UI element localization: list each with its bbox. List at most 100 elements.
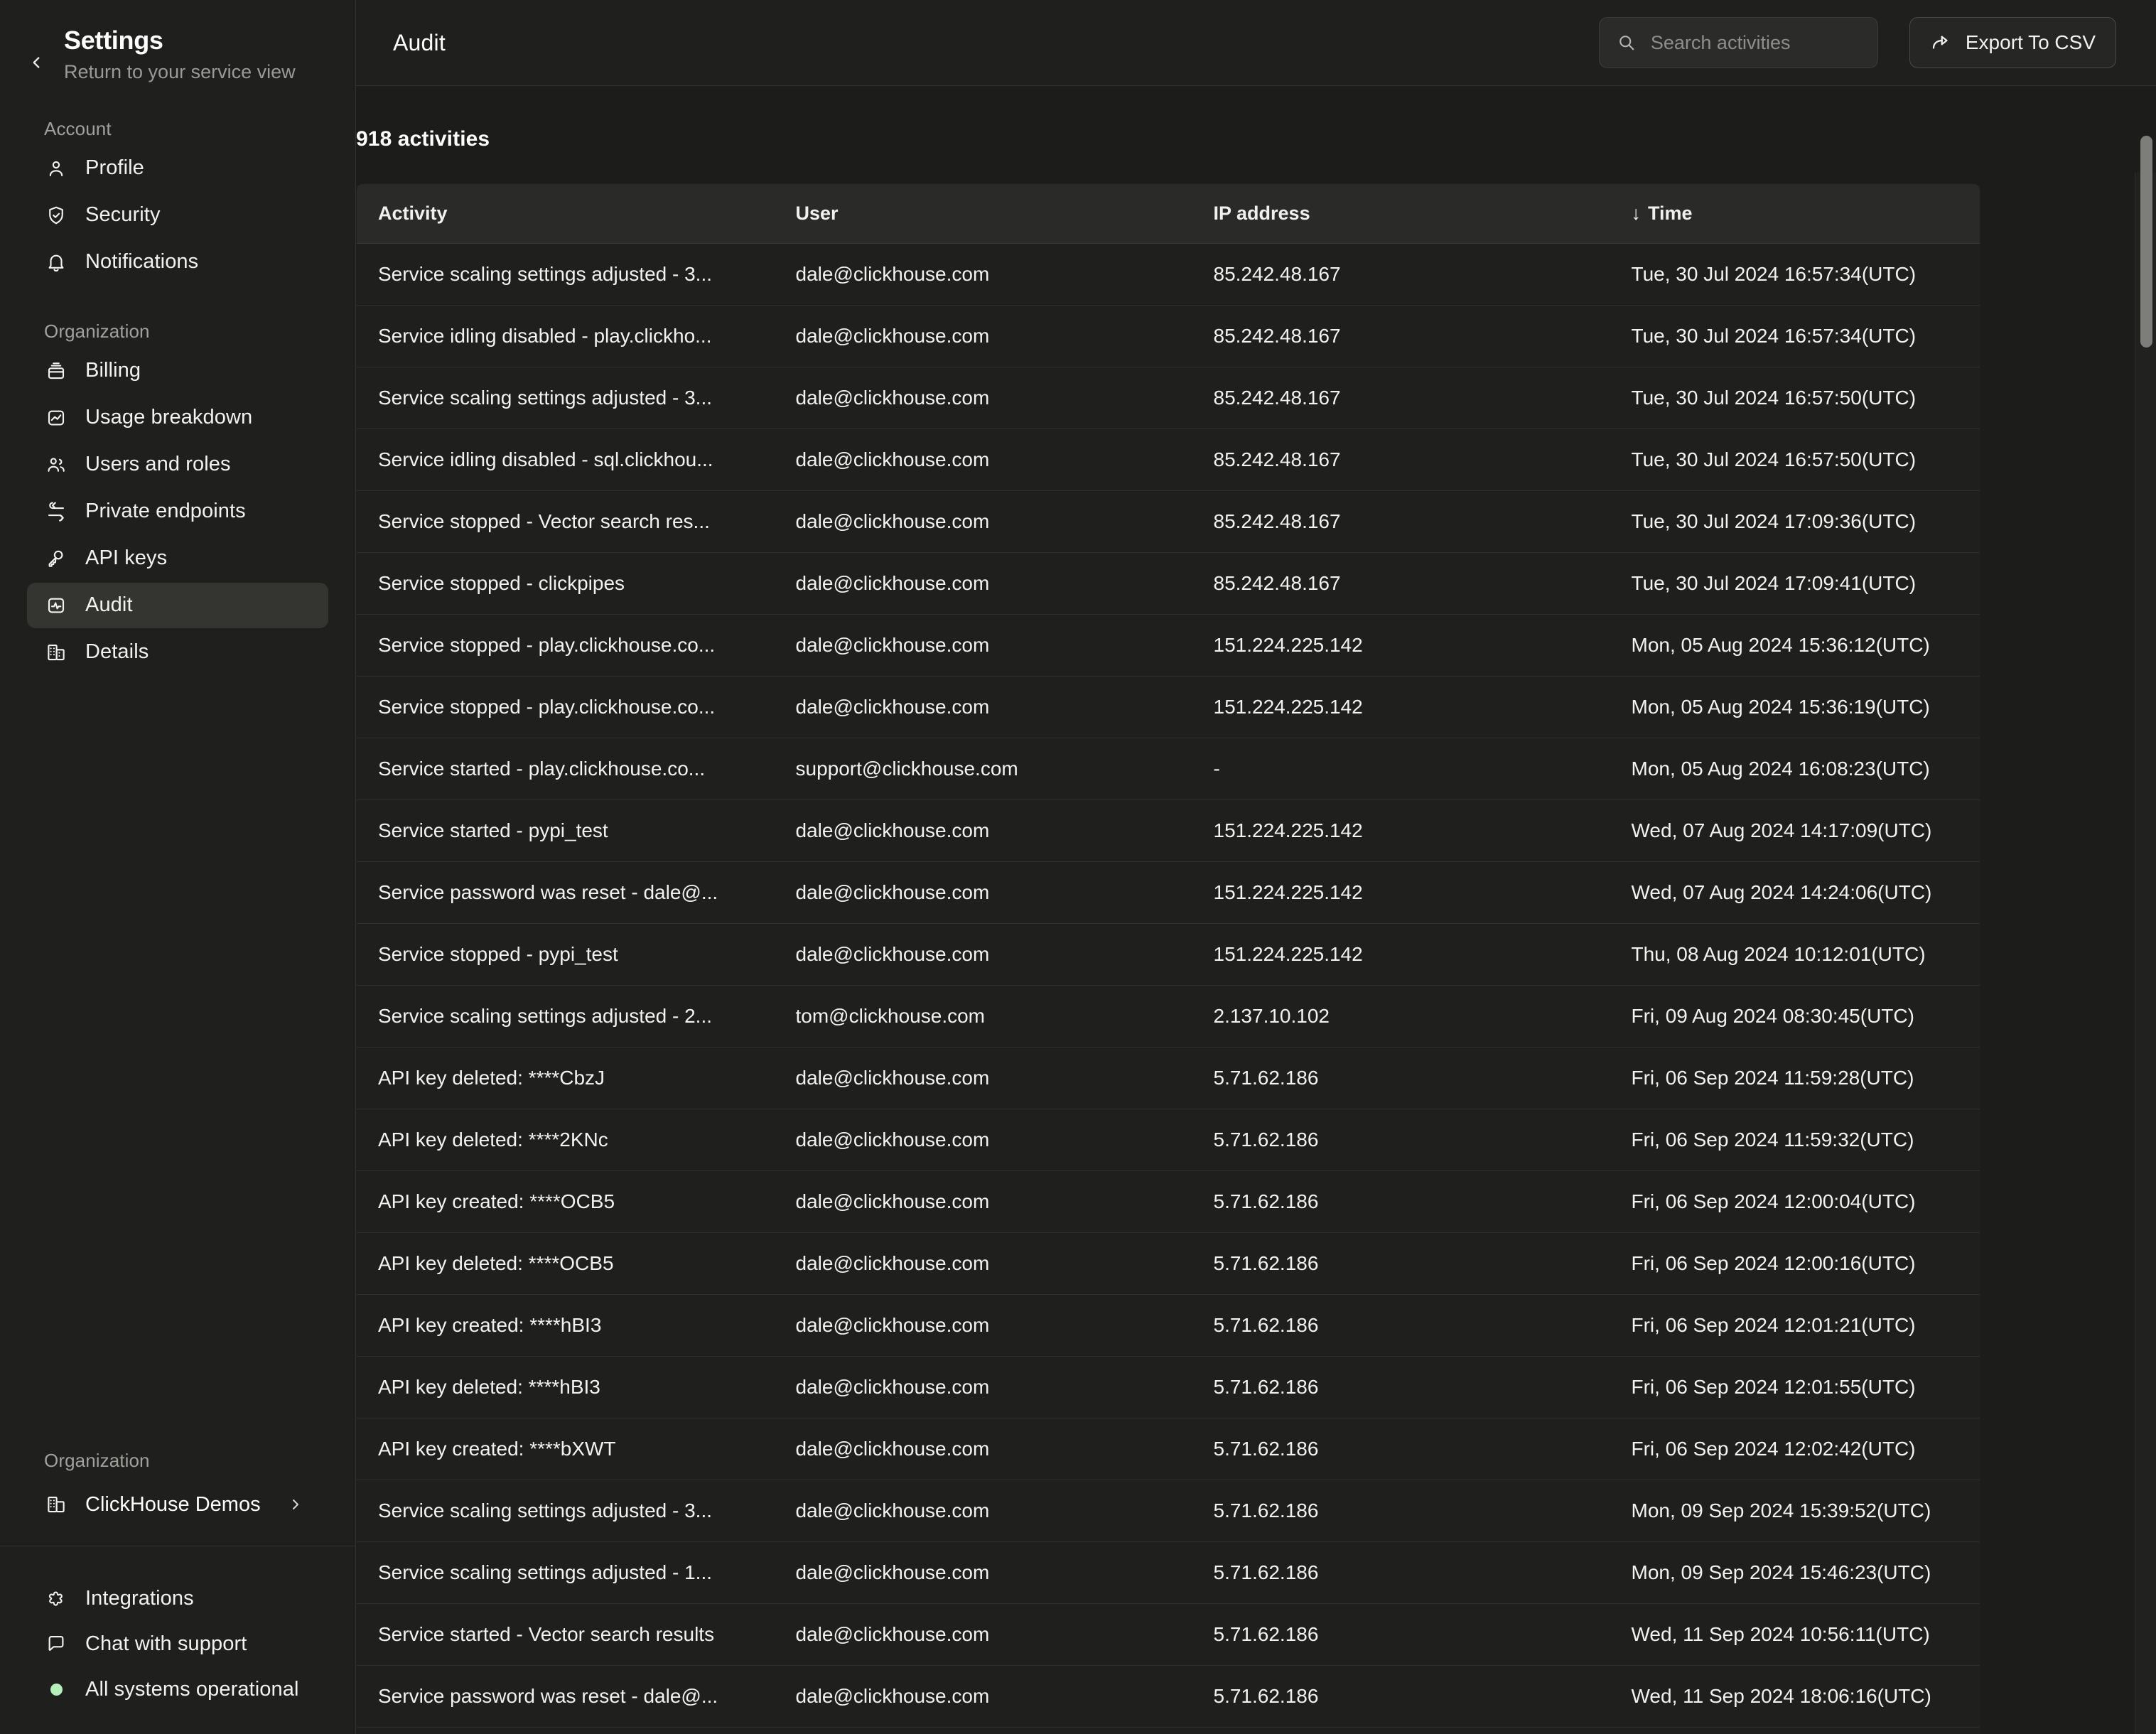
table-row[interactable]: Service scaling settings adjusted - 2...… [357,986,1980,1048]
sidebar-item-label: Notifications [85,250,198,274]
column-header-user[interactable]: User [775,184,1192,244]
cell-activity: Service started - Vector search results [357,1604,775,1666]
cell-ip-address: 85.242.48.167 [1192,306,1610,367]
building-icon [44,1492,68,1517]
cell-user: dale@clickhouse.com [775,615,1192,677]
top-bar-actions: Search activities Export To CSV [1599,17,2129,68]
sidebar-item-billing[interactable]: Billing [27,348,328,394]
cell-activity: Service started - pypi_test [357,800,775,862]
cell-time: Mon, 05 Aug 2024 15:36:19(UTC) [1610,677,1980,738]
settings-sidebar: Settings Return to your service view Acc… [0,0,356,1734]
table-row[interactable]: API key created: ****bXWTdale@clickhouse… [357,1418,1980,1480]
sidebar-item-profile[interactable]: Profile [27,146,328,191]
table-row[interactable]: API key deleted: ****CbzJdale@clickhouse… [357,1048,1980,1109]
sidebar-item-label: API keys [85,546,167,570]
table-row[interactable]: API key deleted: ****hBI3dale@clickhouse… [357,1357,1980,1418]
cell-activity: Service stopped - pypi_test [357,924,775,986]
table-row[interactable]: Service stopped - play.clickhouse.co...d… [357,615,1980,677]
sidebar-item-users-and-roles[interactable]: Users and roles [27,442,328,488]
cell-ip-address: 85.242.48.167 [1192,367,1610,429]
cell-activity: Service password was reset - dale@... [357,1666,775,1728]
sidebar-item-usage-breakdown[interactable]: Usage breakdown [27,395,328,441]
vertical-scrollbar[interactable] [2135,173,2156,1734]
table-row[interactable]: Service scaling settings adjusted - 3...… [357,1480,1980,1542]
cell-time: Tue, 30 Jul 2024 16:57:50(UTC) [1610,367,1980,429]
sidebar-item-integrations[interactable]: Integrations [27,1576,328,1620]
cell-ip-address: 151.224.225.142 [1192,924,1610,986]
cell-user: dale@clickhouse.com [775,677,1192,738]
table-row[interactable]: Service stopped - observability-demodale… [357,1728,1980,1734]
org-footer-label: Organization [0,1450,355,1482]
table-row[interactable]: Service started - play.clickhouse.co...s… [357,738,1980,800]
cell-user: dale@clickhouse.com [775,1295,1192,1357]
table-row[interactable]: Service scaling settings adjusted - 3...… [357,244,1980,306]
sidebar-item-security[interactable]: Security [27,193,328,238]
table-row[interactable]: API key deleted: ****OCB5dale@clickhouse… [357,1233,1980,1295]
table-row[interactable]: API key created: ****OCB5dale@clickhouse… [357,1171,1980,1233]
cell-activity: Service password was reset - dale@... [357,862,775,924]
column-header-time[interactable]: ↓ Time [1610,184,1980,244]
cell-time: Fri, 06 Sep 2024 11:59:28(UTC) [1610,1048,1980,1109]
sidebar-item-label: Details [85,640,149,664]
cell-user: dale@clickhouse.com [775,862,1192,924]
sidebar-item-label: Usage breakdown [85,406,252,429]
cell-activity: Service started - play.clickhouse.co... [357,738,775,800]
table-row[interactable]: Service password was reset - dale@...dal… [357,1666,1980,1728]
account-nav: Profile Security Notifications [0,146,355,286]
sidebar-item-label: Security [85,203,161,227]
users-icon [44,453,68,477]
sidebar-item-label: Billing [85,359,141,382]
cell-activity: API key created: ****OCB5 [357,1171,775,1233]
org-switcher[interactable]: ClickHouse Demos [27,1482,328,1527]
sidebar-item-details[interactable]: Details [27,630,328,675]
table-row[interactable]: Service password was reset - dale@...dal… [357,862,1980,924]
table-row[interactable]: Service idling disabled - sql.clickhou..… [357,429,1980,491]
cell-user: dale@clickhouse.com [775,1233,1192,1295]
column-header-time-label: Time [1648,203,1693,224]
cell-time: Mon, 05 Aug 2024 16:08:23(UTC) [1610,738,1980,800]
cell-time: Fri, 06 Sep 2024 12:02:42(UTC) [1610,1418,1980,1480]
chevron-right-icon [287,1496,311,1513]
table-row[interactable]: API key deleted: ****2KNcdale@clickhouse… [357,1109,1980,1171]
table-row[interactable]: Service idling disabled - play.clickho..… [357,306,1980,367]
back-chevron-icon[interactable] [24,38,48,72]
sidebar-item-system-status[interactable]: All systems operational [27,1667,328,1711]
search-input[interactable]: Search activities [1599,17,1878,68]
cell-activity: Service stopped - play.clickhouse.co... [357,677,775,738]
sidebar-item-private-endpoints[interactable]: Private endpoints [27,489,328,534]
cell-activity: API key created: ****bXWT [357,1418,775,1480]
scrollbar-thumb[interactable] [2140,136,2152,348]
cell-user: dale@clickhouse.com [775,924,1192,986]
cell-activity: API key deleted: ****hBI3 [357,1357,775,1418]
settings-title: Settings [64,26,296,55]
audit-icon [44,593,68,618]
cell-user: dale@clickhouse.com [775,491,1192,553]
cell-user: dale@clickhouse.com [775,1357,1192,1418]
return-to-service-link[interactable]: Return to your service view [64,60,296,83]
table-row[interactable]: Service started - Vector search resultsd… [357,1604,1980,1666]
table-row[interactable]: Service scaling settings adjusted - 3...… [357,367,1980,429]
sidebar-item-chat-with-support[interactable]: Chat with support [27,1622,328,1666]
column-header-activity[interactable]: Activity [357,184,775,244]
table-row[interactable]: Service stopped - play.clickhouse.co...d… [357,677,1980,738]
top-bar: Audit Search activities Export To CSV [356,0,2156,86]
table-row[interactable]: Service scaling settings adjusted - 1...… [357,1542,1980,1604]
cell-user: dale@clickhouse.com [775,1048,1192,1109]
cell-activity: API key deleted: ****CbzJ [357,1048,775,1109]
column-header-ip-address[interactable]: IP address [1192,184,1610,244]
table-row[interactable]: Service started - pypi_testdale@clickhou… [357,800,1980,862]
table-row[interactable]: Service stopped - Vector search res...da… [357,491,1980,553]
table-row[interactable]: API key created: ****hBI3dale@clickhouse… [357,1295,1980,1357]
cell-user: support@clickhouse.com [775,738,1192,800]
sidebar-item-audit[interactable]: Audit [27,583,328,628]
sidebar-item-api-keys[interactable]: API keys [27,536,328,581]
cell-ip-address: 5.71.62.186 [1192,1728,1610,1734]
sort-desc-arrow-icon: ↓ [1632,203,1642,225]
export-to-csv-button[interactable]: Export To CSV [1909,17,2116,68]
cell-time: Mon, 05 Aug 2024 15:36:12(UTC) [1610,615,1980,677]
section-label-account: Account [0,84,355,146]
table-row[interactable]: Service stopped - clickpipesdale@clickho… [357,553,1980,615]
table-row[interactable]: Service stopped - pypi_testdale@clickhou… [357,924,1980,986]
sidebar-item-notifications[interactable]: Notifications [27,239,328,285]
key-icon [44,546,68,571]
